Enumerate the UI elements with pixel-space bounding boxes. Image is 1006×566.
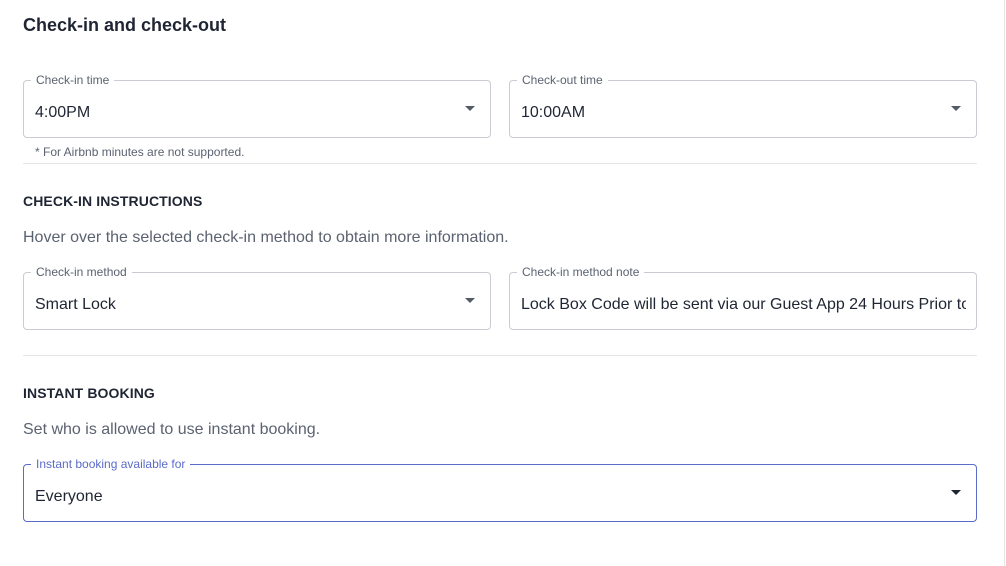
section-title-checkin-instructions: CHECK-IN INSTRUCTIONS [23, 193, 203, 209]
checkin-method-select[interactable]: Check-in method Smart Lock [23, 265, 491, 330]
section-title-checkin-checkout: Check-in and check-out [23, 15, 227, 35]
instant-booking-description: Set who is allowed to use instant bookin… [23, 421, 321, 438]
divider [23, 163, 977, 164]
checkin-time-label: Check-in time [31, 73, 115, 87]
checkin-instructions-description: Hover over the selected check-in method … [23, 229, 509, 246]
divider [23, 355, 977, 356]
caret-down-icon[interactable] [465, 298, 475, 303]
instant-booking-label: Instant booking available for [31, 457, 191, 471]
checkin-method-value: Smart Lock [35, 296, 116, 313]
checkout-time-value: 10:00AM [521, 104, 586, 121]
instant-booking-select[interactable]: Instant booking available for Everyone [23, 457, 977, 522]
checkout-time-label: Check-out time [517, 73, 608, 87]
checkin-method-note-value: Lock Box Code will be sent via our Guest… [521, 296, 966, 313]
checkin-method-label: Check-in method [31, 265, 132, 279]
checkin-method-note-input[interactable]: Check-in method note Lock Box Code will … [509, 265, 977, 330]
checkout-time-select[interactable]: Check-out time 10:00AM [509, 73, 977, 138]
checkin-method-note-label: Check-in method note [517, 265, 645, 279]
caret-down-icon[interactable] [465, 106, 475, 111]
checkin-time-value: 4:00PM [35, 104, 91, 121]
caret-down-icon[interactable] [951, 106, 961, 111]
caret-down-icon[interactable] [951, 490, 961, 495]
instant-booking-value: Everyone [35, 488, 103, 505]
airbnb-minutes-hint: * For Airbnb minutes are not supported. [35, 145, 245, 159]
right-edge-line [1004, 0, 1005, 566]
section-title-instant-booking: INSTANT BOOKING [23, 385, 155, 401]
checkin-time-select[interactable]: Check-in time 4:00PM [23, 73, 491, 138]
